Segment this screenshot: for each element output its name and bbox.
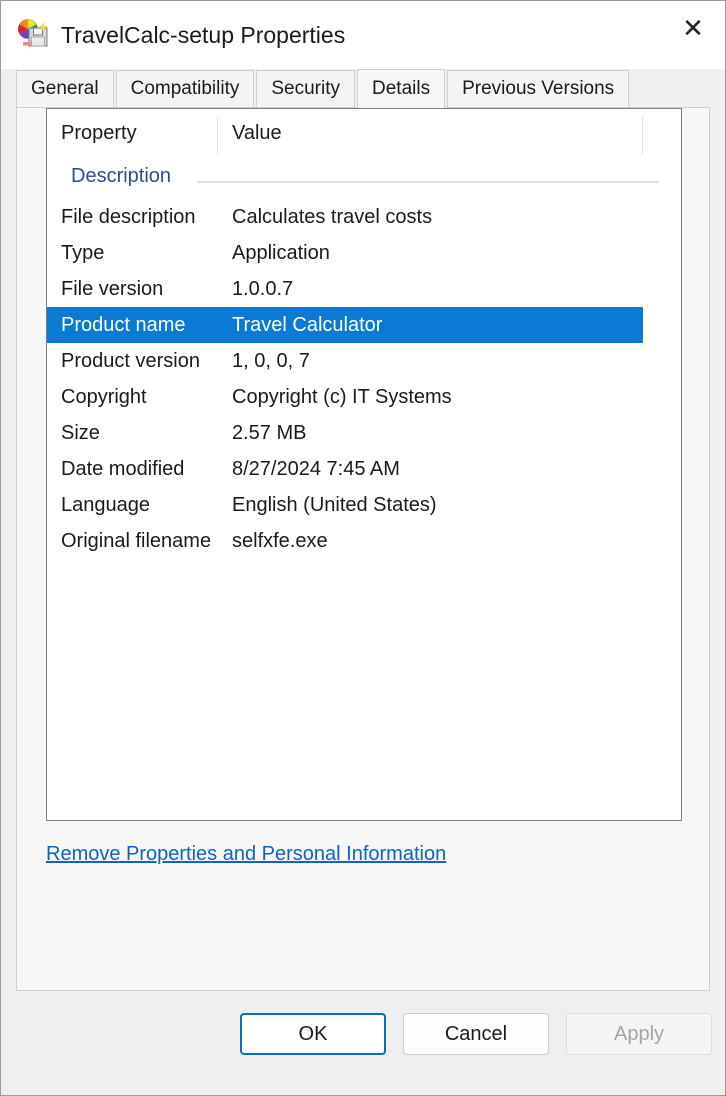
row-property: Product name	[61, 313, 186, 336]
dialog-button-bar: OK Cancel Apply	[1, 991, 725, 1095]
row-value: Application	[232, 241, 330, 264]
table-row[interactable]: Language English (United States)	[47, 487, 681, 523]
table-row-selected[interactable]: Product name Travel Calculator	[47, 307, 643, 343]
table-row[interactable]: Original filename selfxfe.exe	[47, 523, 681, 559]
table-row[interactable]: Copyright Copyright (c) IT Systems	[47, 379, 681, 415]
close-icon[interactable]: ✕	[661, 1, 725, 57]
properties-dialog-window: TravelCalc-setup Properties ✕ General Co…	[0, 0, 726, 1096]
tab-security[interactable]: Security	[256, 70, 356, 107]
row-property: Size	[61, 421, 100, 444]
row-property: Original filename	[61, 529, 212, 552]
tab-strip: General Compatibility Security Details P…	[1, 69, 725, 108]
row-value: English (United States)	[232, 493, 437, 516]
ok-button-label: OK	[298, 1022, 328, 1045]
table-row[interactable]: Size 2.57 MB	[47, 415, 681, 451]
row-value: Calculates travel costs	[232, 205, 433, 228]
tab-general[interactable]: General	[16, 70, 114, 107]
row-property: File version	[61, 277, 164, 300]
row-property: Language	[61, 493, 150, 516]
table-row[interactable]: File version 1.0.0.7	[47, 271, 681, 307]
cancel-button-label: Cancel	[444, 1022, 508, 1045]
row-property: Product version	[61, 349, 200, 372]
column-divider-1[interactable]	[217, 116, 218, 154]
tab-label: Security	[271, 78, 341, 99]
tab-previous-versions[interactable]: Previous Versions	[447, 70, 630, 107]
list-column-header: Property Value	[47, 109, 681, 161]
tab-compatibility[interactable]: Compatibility	[115, 70, 255, 107]
title-bar: TravelCalc-setup Properties ✕	[1, 1, 725, 69]
row-value: 1.0.0.7	[232, 277, 294, 300]
tab-label: Previous Versions	[462, 78, 615, 99]
row-value: selfxfe.exe	[232, 529, 328, 552]
table-row[interactable]: Product version 1, 0, 0, 7	[47, 343, 681, 379]
row-property: File description	[61, 205, 196, 228]
window-title: TravelCalc-setup Properties	[61, 22, 346, 48]
cancel-button[interactable]: Cancel	[403, 1013, 549, 1055]
table-row[interactable]: File description Calculates travel costs	[47, 199, 681, 235]
column-divider-2[interactable]	[642, 116, 643, 154]
remove-properties-link[interactable]: Remove Properties and Personal Informati…	[46, 843, 446, 866]
close-glyph: ✕	[682, 14, 704, 44]
details-property-list[interactable]: Property Value Description File descript…	[46, 108, 682, 821]
row-value: Travel Calculator	[232, 313, 383, 336]
group-header-label: Description	[71, 165, 172, 187]
row-property: Type	[61, 241, 105, 264]
row-value: Copyright (c) IT Systems	[232, 385, 452, 408]
column-header-value[interactable]: Value	[232, 122, 282, 145]
tab-details[interactable]: Details	[357, 69, 446, 108]
row-value: 8/27/2024 7:45 AM	[232, 457, 400, 480]
tab-label: Details	[372, 77, 431, 99]
table-row[interactable]: Type Application	[47, 235, 681, 271]
details-tab-page: Property Value Description File descript…	[16, 107, 710, 991]
group-header-description: Description	[47, 161, 681, 199]
property-rows: File description Calculates travel costs…	[47, 199, 681, 559]
row-property: Date modified	[61, 457, 185, 480]
setup-package-icon	[16, 18, 50, 52]
apply-button-label: Apply	[613, 1022, 665, 1045]
row-value: 1, 0, 0, 7	[232, 349, 310, 372]
ok-button[interactable]: OK	[240, 1013, 386, 1055]
apply-button: Apply	[566, 1013, 712, 1055]
tab-label: Compatibility	[130, 78, 240, 99]
group-header-rule	[197, 181, 659, 183]
row-value: 2.57 MB	[232, 421, 307, 444]
column-header-property[interactable]: Property	[61, 122, 137, 145]
row-property: Copyright	[61, 385, 147, 408]
table-row[interactable]: Date modified 8/27/2024 7:45 AM	[47, 451, 681, 487]
tab-label: General	[31, 78, 99, 99]
